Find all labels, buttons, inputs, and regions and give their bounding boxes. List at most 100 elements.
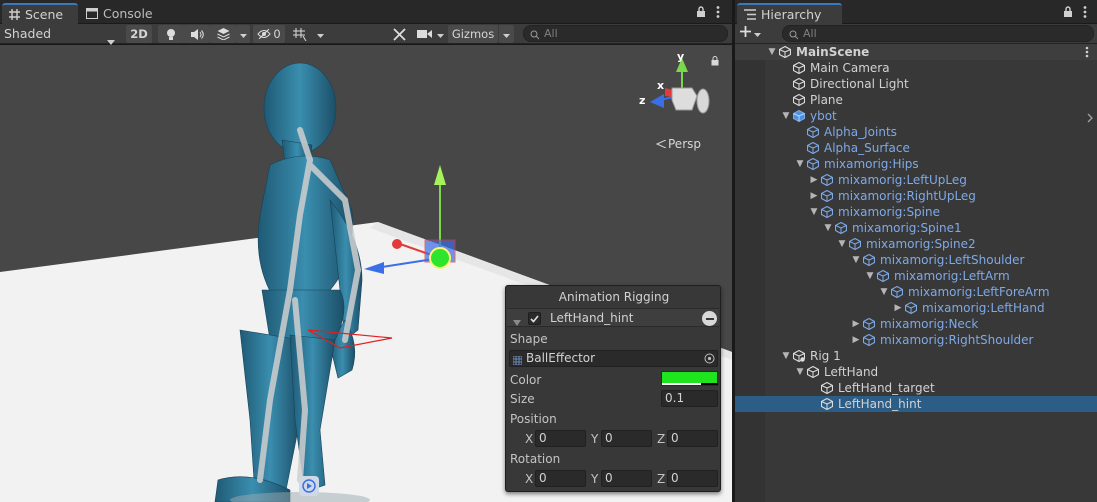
hierarchy-row[interactable]: ▶ mixamorig:RightShoulder: [735, 332, 1097, 348]
lighting-toggle-button[interactable]: [158, 25, 184, 43]
projection-toggle[interactable]: Persp: [655, 137, 701, 151]
hierarchy-row[interactable]: ▼ mixamorig:LeftForeArm: [735, 284, 1097, 300]
hierarchy-row[interactable]: ▶ mixamorig:LeftHand: [735, 300, 1097, 316]
hierarchy-row[interactable]: ▶ mixamorig:Neck: [735, 316, 1097, 332]
collapse-arrow-icon[interactable]: [513, 315, 521, 329]
rotation-y-field[interactable]: 0: [601, 470, 652, 487]
hierarchy-row[interactable]: LeftHand_hint: [735, 396, 1097, 412]
size-field[interactable]: 0.1: [661, 390, 718, 407]
position-y-field[interactable]: 0: [601, 430, 652, 447]
hierarchy-row[interactable]: ▼ mixamorig:LeftArm: [735, 268, 1097, 284]
expand-arrow-right-icon[interactable]: ▶: [892, 300, 904, 316]
gameobject-cube-icon: [820, 397, 834, 411]
more-options-icon[interactable]: [716, 5, 720, 22]
effects-toggle-button[interactable]: [210, 25, 236, 43]
camera-settings-button[interactable]: [414, 25, 434, 43]
hierarchy-row-label: mixamorig:Neck: [880, 317, 979, 331]
gameobject-cube-icon: [820, 173, 834, 187]
expand-arrow-down-icon[interactable]: ▼: [780, 348, 792, 364]
color-swatch[interactable]: [661, 371, 718, 386]
tab-hierarchy[interactable]: Hierarchy: [737, 3, 842, 24]
chevron-down-icon: [754, 26, 761, 40]
tab-console[interactable]: Console: [79, 3, 159, 24]
scene-root-row[interactable]: ▼ MainScene: [735, 44, 1097, 60]
expand-arrow-down-icon[interactable]: ▼: [766, 44, 778, 60]
scene-viewport[interactable]: y x z Persp Animation Rigging LeftHand_h…: [0, 45, 732, 502]
expand-arrow-right-icon[interactable]: ▶: [850, 316, 862, 332]
grid-snapping-button[interactable]: [288, 25, 312, 43]
hierarchy-row[interactable]: ▼ mixamorig:Spine2: [735, 236, 1097, 252]
unity-scene-icon: [778, 45, 792, 59]
expand-arrow-down-icon[interactable]: ▼: [794, 364, 806, 380]
hierarchy-row[interactable]: ▼ ybot: [735, 108, 1097, 124]
speaker-icon: [190, 28, 204, 40]
position-z-field[interactable]: 0: [667, 430, 718, 447]
lock-icon[interactable]: [1063, 6, 1073, 21]
hierarchy-row[interactable]: ▼ mixamorig:LeftShoulder: [735, 252, 1097, 268]
expand-arrow-down-icon[interactable]: ▼: [808, 204, 820, 220]
tab-scene[interactable]: Scene: [2, 3, 78, 24]
expand-arrow-down-icon[interactable]: ▼: [864, 268, 876, 284]
scene-search-input[interactable]: All: [523, 25, 728, 42]
hierarchy-row[interactable]: Alpha_Surface: [735, 140, 1097, 156]
hierarchy-row-label: mixamorig:LeftShoulder: [880, 253, 1025, 267]
hierarchy-row[interactable]: ▼ mixamorig:Spine1: [735, 220, 1097, 236]
shading-mode-dropdown[interactable]: Shaded: [0, 24, 120, 45]
tools-button[interactable]: [388, 25, 410, 43]
chevron-down-icon: [436, 27, 444, 41]
expand-arrow-down-icon[interactable]: ▼: [836, 236, 848, 252]
expand-arrow-down-icon[interactable]: ▼: [878, 284, 890, 300]
hierarchy-row[interactable]: ▼ Rig 1: [735, 348, 1097, 364]
hidden-objects-toggle-button[interactable]: 0: [253, 25, 285, 43]
position-x-field[interactable]: 0: [535, 430, 586, 447]
expand-arrow-right-icon[interactable]: ▶: [808, 188, 820, 204]
gizmos-dropdown[interactable]: [499, 25, 514, 43]
hierarchy-row[interactable]: Directional Light: [735, 76, 1097, 92]
expand-arrow-right-icon[interactable]: ▶: [850, 332, 862, 348]
hierarchy-row[interactable]: ▼ LeftHand: [735, 364, 1097, 380]
chevron-down-icon: [316, 27, 324, 41]
hierarchy-row[interactable]: ▶ mixamorig:RightUpLeg: [735, 188, 1097, 204]
object-picker-icon[interactable]: [704, 353, 715, 368]
gizmos-button[interactable]: Gizmos: [448, 25, 498, 43]
shape-field[interactable]: BallEffector: [509, 350, 718, 367]
rotation-z-field[interactable]: 0: [667, 470, 718, 487]
expand-arrow-down-icon[interactable]: ▼: [780, 108, 792, 124]
hierarchy-row[interactable]: Alpha_Joints: [735, 124, 1097, 140]
expand-arrow-down-icon[interactable]: ▼: [850, 252, 862, 268]
hierarchy-row[interactable]: LeftHand_target: [735, 380, 1097, 396]
hierarchy-row-label: mixamorig:LeftUpLeg: [838, 173, 967, 187]
gizmo-lock-icon[interactable]: [711, 55, 719, 69]
lock-icon[interactable]: [696, 6, 706, 21]
rotation-x-label: X: [525, 472, 534, 486]
overlay-component-header: LeftHand_hint: [507, 308, 719, 327]
gameobject-cube-icon: [834, 221, 848, 235]
expand-arrow-down-icon[interactable]: ▼: [794, 156, 806, 172]
hierarchy-row-label: mixamorig:RightShoulder: [880, 333, 1034, 347]
hierarchy-row-label: mixamorig:LeftForeArm: [908, 285, 1050, 299]
play-overlay-icon[interactable]: [299, 476, 319, 496]
hierarchy-row-label: mixamorig:Spine: [838, 205, 940, 219]
audio-toggle-button[interactable]: [184, 25, 210, 43]
expand-arrow-right-icon[interactable]: ▶: [808, 172, 820, 188]
more-options-icon[interactable]: [1083, 5, 1087, 22]
hierarchy-tree: ▼ MainScene Main Camera Directional Light Pl…: [735, 44, 1097, 502]
2d-toggle-button[interactable]: 2D: [126, 25, 152, 43]
camera-settings-dropdown[interactable]: [434, 25, 446, 43]
projection-label: Persp: [668, 137, 701, 151]
hierarchy-row[interactable]: ▼ mixamorig:Hips: [735, 156, 1097, 172]
alpha-bar-remainder: [701, 383, 718, 385]
shading-mode-value: Shaded: [4, 26, 52, 41]
create-button[interactable]: [740, 26, 761, 40]
hierarchy-search-input[interactable]: All: [782, 25, 1094, 42]
remove-component-icon[interactable]: [702, 311, 717, 326]
effects-dropdown-button[interactable]: [236, 25, 250, 43]
hierarchy-row[interactable]: Main Camera: [735, 60, 1097, 76]
hierarchy-row[interactable]: ▶ mixamorig:LeftUpLeg: [735, 172, 1097, 188]
enabled-checkbox[interactable]: [528, 312, 541, 325]
hierarchy-row[interactable]: ▼ mixamorig:Spine: [735, 204, 1097, 220]
grid-snapping-dropdown[interactable]: [313, 25, 327, 43]
expand-arrow-down-icon[interactable]: ▼: [822, 220, 834, 236]
hierarchy-row[interactable]: Plane: [735, 92, 1097, 108]
rotation-x-field[interactable]: 0: [535, 470, 586, 487]
